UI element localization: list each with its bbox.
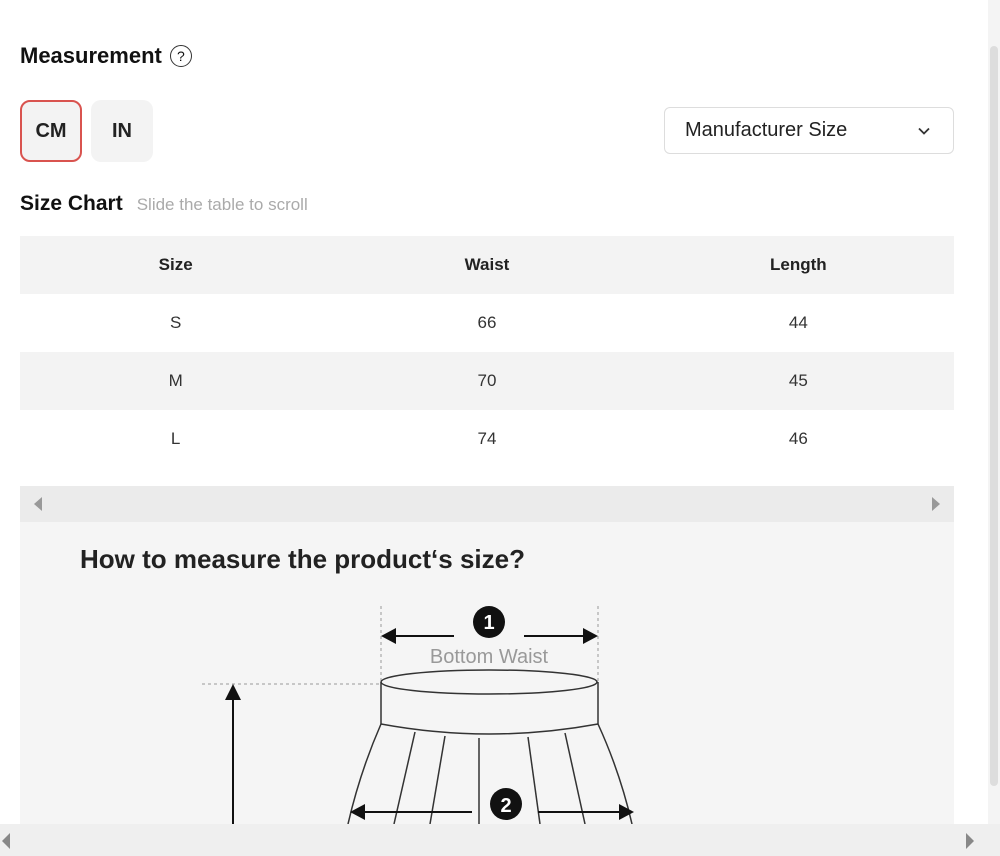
scrollbar-thumb[interactable]	[990, 46, 998, 786]
skirt-diagram: 1 Bottom Waist 2	[202, 606, 634, 824]
size-table: Size Waist Length S 66 44 M 70 45 L 74 4…	[20, 236, 954, 468]
table-cell: 74	[477, 429, 497, 448]
table-cell: 70	[477, 371, 497, 390]
unit-cm-button[interactable]: CM	[20, 100, 82, 162]
table-cell: 66	[477, 313, 497, 332]
column-header-length: Length	[769, 255, 827, 274]
table-row: L 74 46	[20, 410, 954, 468]
measurement-heading: Measurement ?	[20, 40, 192, 72]
size-chart-hint: Slide the table to scroll	[136, 195, 308, 214]
bottom-waist-label: Bottom Waist	[430, 646, 549, 668]
table-cell: L	[170, 429, 181, 448]
table-cell: S	[169, 313, 182, 332]
page-horizontal-scrollbar[interactable]	[0, 824, 1000, 856]
size-type-value: Manufacturer Size	[685, 119, 848, 141]
table-cell: 45	[788, 371, 808, 390]
page-vertical-scrollbar[interactable]	[988, 0, 1000, 824]
size-type-select[interactable]: Manufacturer Size	[664, 107, 954, 154]
column-header-waist: Waist	[464, 255, 510, 274]
table-row: S 66 44	[20, 294, 954, 352]
table-cell: 46	[788, 429, 808, 448]
marker-1-label: 1	[483, 612, 494, 634]
table-cell: M	[168, 371, 183, 390]
measurement-title: Measurement	[20, 43, 162, 68]
table-horizontal-scrollbar[interactable]	[20, 486, 954, 522]
measure-guide-image: How to measure the product‘s size? 1 Bot…	[20, 522, 954, 824]
table-header-row: Size Waist Length	[20, 236, 954, 294]
size-chart-heading: Size Chart Slide the table to scroll	[20, 192, 308, 216]
help-icon[interactable]: ?	[169, 45, 192, 67]
scroll-right-icon[interactable]	[966, 833, 974, 849]
scroll-left-icon[interactable]	[34, 497, 42, 511]
size-chart-title: Size Chart	[20, 192, 123, 215]
marker-2-label: 2	[500, 795, 511, 817]
scroll-left-icon[interactable]	[2, 833, 10, 849]
table-row: M 70 45	[20, 352, 954, 410]
table-cell: 44	[788, 313, 808, 332]
chevron-down-icon	[918, 127, 930, 135]
column-header-size: Size	[158, 255, 193, 274]
unit-in-button[interactable]: IN	[91, 100, 153, 162]
scroll-right-icon[interactable]	[932, 497, 940, 511]
